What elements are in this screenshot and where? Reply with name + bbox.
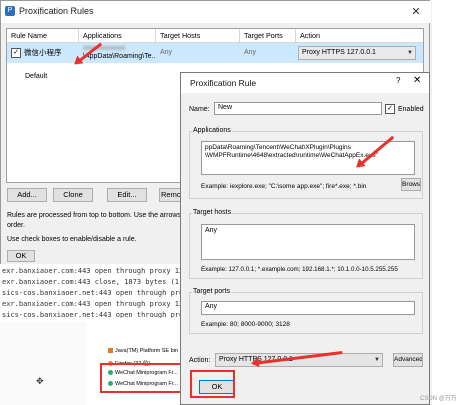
rule-applications: \AppData\Roaming\Te... bbox=[83, 53, 156, 60]
rule-action-dropdown[interactable]: Proxy HTTPS 127.0.0.1 ▼ bbox=[298, 46, 416, 60]
target-hosts-example: Example: 127.0.0.1; *.example.com; 192.1… bbox=[201, 266, 398, 273]
action-label: Action: bbox=[189, 357, 211, 364]
target-ports-example: Example: 80; 8000-9000; 3128 bbox=[201, 321, 290, 328]
browse-button[interactable]: Browse... bbox=[401, 178, 421, 191]
connection-log: exr.banxiaoer.com:443 open through proxy… bbox=[0, 264, 196, 322]
add-button[interactable]: Add... bbox=[7, 188, 47, 202]
rules-window-title: Proxification Rules bbox=[19, 6, 94, 16]
left-panel: ✥ bbox=[0, 322, 86, 405]
rule-enabled-checkbox[interactable]: ✓ bbox=[11, 48, 21, 59]
applications-label: Applications bbox=[192, 127, 232, 134]
log-line: exr.banxiaoer.com:443 open through proxy… bbox=[2, 300, 196, 308]
right-edge-background bbox=[432, 0, 474, 405]
column-header-applications[interactable]: Applications bbox=[79, 29, 156, 43]
close-icon[interactable]: ✕ bbox=[413, 75, 421, 86]
column-header-rule-name[interactable]: Rule Name bbox=[7, 29, 79, 43]
rules-help-text: Rules are processed from top to bottom. … bbox=[7, 212, 201, 219]
list-item[interactable]: Java(TM) Platform SE bin bbox=[108, 348, 178, 354]
chevron-down-icon: ▼ bbox=[374, 357, 380, 363]
crosshair-icon: ✥ bbox=[36, 376, 44, 386]
rule-target-hosts: Any bbox=[160, 49, 173, 56]
close-icon[interactable]: ✕ bbox=[405, 4, 427, 20]
rules-help-text-cont: order. bbox=[7, 222, 25, 229]
applications-example: Example: iexplore.exe; "C:\some app.exe"… bbox=[201, 183, 367, 190]
enabled-checkbox-wrap[interactable]: ✓ Enabled bbox=[385, 104, 424, 114]
annotation-box bbox=[100, 363, 183, 393]
annotation-box bbox=[190, 370, 235, 398]
column-header-action[interactable]: Action bbox=[296, 29, 423, 43]
watermark: CSDN @万万 bbox=[420, 396, 457, 402]
rule-target-ports: Any bbox=[244, 49, 257, 56]
target-ports-input[interactable]: Any bbox=[201, 301, 415, 315]
rules-checkbox-help: Use check boxes to enable/disable a rule… bbox=[7, 236, 137, 243]
clone-button[interactable]: Clone bbox=[53, 188, 93, 202]
rule-name: Default bbox=[25, 73, 48, 80]
log-line: exr.banxiaoer.com:443 open through proxy… bbox=[2, 267, 196, 275]
enabled-checkbox[interactable]: ✓ bbox=[385, 104, 395, 114]
java-icon bbox=[108, 348, 113, 354]
action-dropdown[interactable]: Proxy HTTPS 127.0.0.1 ▼ bbox=[215, 353, 383, 367]
advanced-button[interactable]: Advanced... bbox=[393, 353, 423, 367]
target-hosts-label: Target hosts bbox=[192, 209, 233, 216]
enabled-label: Enabled bbox=[398, 105, 424, 113]
target-ports-label: Target ports bbox=[192, 288, 231, 295]
target-hosts-input[interactable]: Any bbox=[201, 224, 415, 260]
column-header-target-hosts[interactable]: Target Hosts bbox=[156, 29, 240, 43]
log-line: sics-cos.banxiaoer.net:443 open through … bbox=[2, 289, 192, 297]
rule-action-value: Proxy HTTPS 127.0.0.1 bbox=[302, 49, 376, 56]
rules-ok-button[interactable]: OK bbox=[7, 250, 35, 262]
name-label: Name: bbox=[189, 106, 210, 113]
chevron-down-icon: ▼ bbox=[407, 50, 413, 56]
column-header-target-ports[interactable]: Target Ports bbox=[240, 29, 296, 43]
name-input[interactable]: New bbox=[214, 102, 382, 115]
help-icon[interactable]: ? bbox=[396, 76, 400, 85]
log-line: exr.banxiaoer.com:443 close, 1873 bytes … bbox=[2, 278, 192, 286]
table-row[interactable]: ✓ 微信小程序 ■■■■■■■■■■ \AppData\Roaming\Te...… bbox=[7, 43, 423, 63]
edit-button[interactable]: Edit... bbox=[107, 188, 147, 202]
dialog-title: Proxification Rule bbox=[190, 78, 257, 88]
app-icon: P bbox=[5, 6, 15, 16]
rule-name: 微信小程序 bbox=[24, 48, 62, 57]
